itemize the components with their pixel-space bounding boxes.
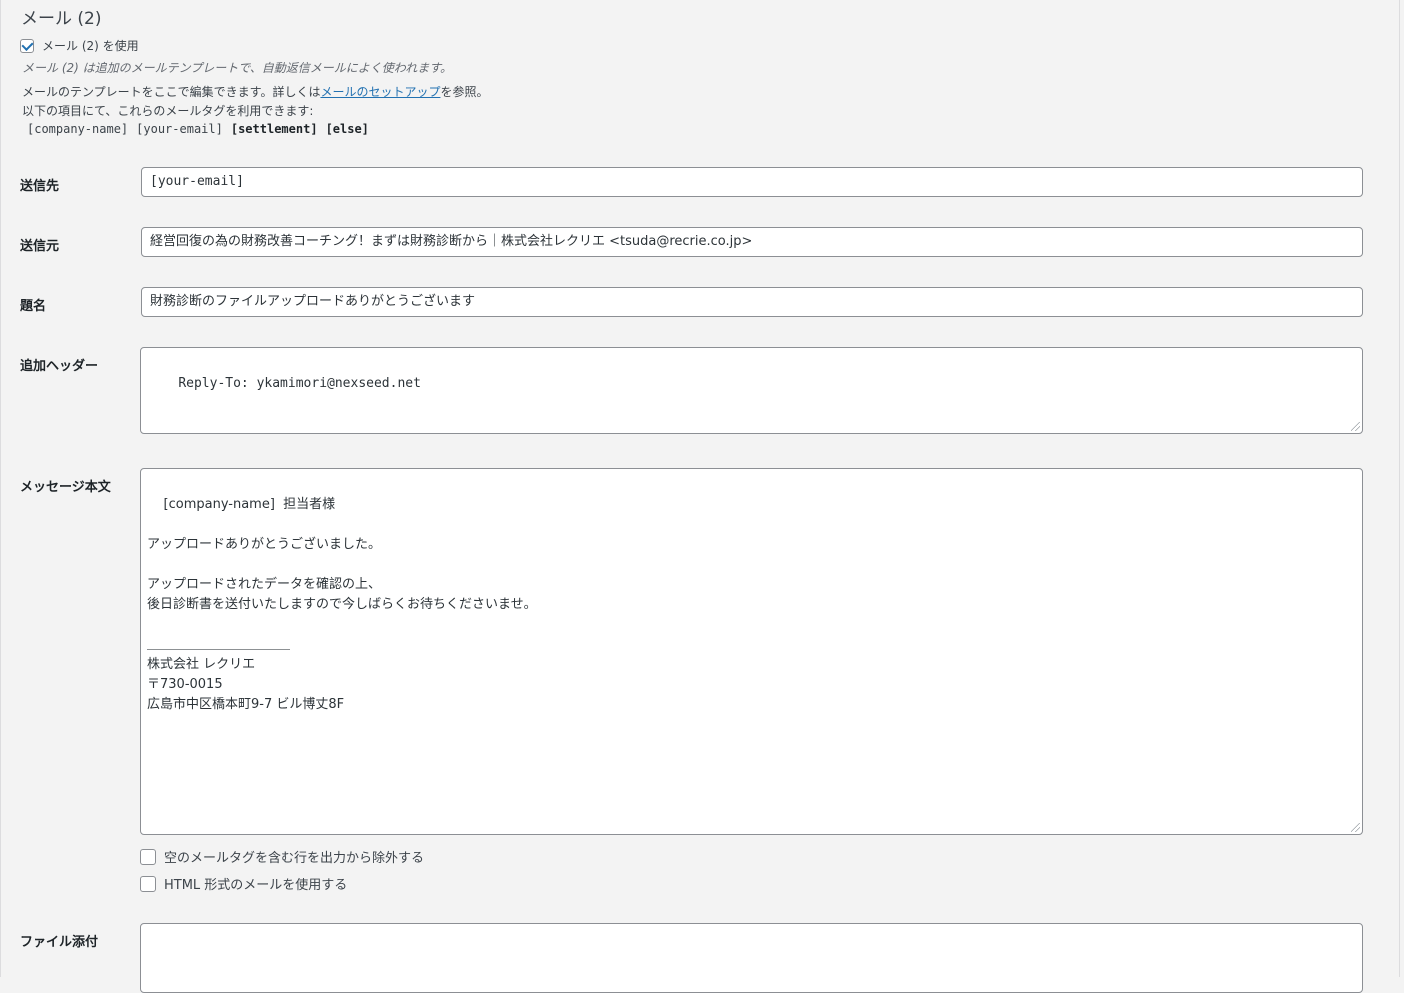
use-html-option[interactable]: HTML 形式のメールを使用する (140, 874, 347, 893)
use-mail-2-checkbox[interactable] (20, 38, 34, 53)
help-suffix: を参照。 (440, 85, 489, 99)
to-input[interactable]: [your-email] (141, 167, 1363, 197)
from-input[interactable]: 経営回復の為の財務改善コーチング！まずは財務診断から｜株式会社レクリエ <tsu… (141, 227, 1363, 257)
mail-tags: [company-name] [your-email] [settlement] [e… (27, 122, 377, 136)
resize-handle-icon[interactable] (1351, 823, 1360, 832)
section-title: メール (2) (21, 9, 102, 29)
from-label: 送信元 (20, 239, 60, 254)
mail-tag: [else] (325, 122, 369, 136)
subject-label: 題名 (20, 299, 47, 314)
additional-headers-value: Reply-To: ykamimori@nexseed.net (178, 376, 421, 391)
to-label: 送信先 (20, 179, 60, 194)
additional-headers-label: 追加ヘッダー (20, 359, 99, 374)
mail-tag: [company-name] (27, 122, 129, 136)
use-html-checkbox[interactable] (140, 875, 156, 892)
file-attachments-label: ファイル添付 (20, 935, 99, 950)
subject-input[interactable]: 財務診断のファイルアップロードありがとうございます (141, 287, 1363, 317)
message-body-textarea[interactable]: [company-name] 担当者様 アップロードありがとうございました。 ア… (140, 468, 1363, 835)
mail-tag: [your-email] (136, 122, 223, 136)
additional-headers-textarea[interactable]: Reply-To: ykamimori@nexseed.net (140, 347, 1363, 434)
tags-intro: 以下の項目にて、これらのメールタグを利用できます: (22, 104, 314, 118)
section-description: メール (2) は追加のメールテンプレートで、自動返信メールによく使われます。 (22, 61, 452, 75)
mail-tag: [settlement] (230, 122, 318, 136)
mail-setup-link[interactable]: メールのセットアップ (320, 85, 440, 99)
message-body-value: [company-name] 担当者様 アップロードありがとうございました。 ア… (147, 497, 537, 712)
mail-2-panel: メール (2) メール (2) を使用 メール (2) は追加のメールテンプレー… (0, 0, 1400, 993)
exclude-blank-option[interactable]: 空のメールタグを含む行を出力から除外する (140, 847, 424, 866)
exclude-blank-checkbox[interactable] (140, 848, 156, 865)
use-mail-2-row[interactable]: メール (2) を使用 (20, 37, 139, 54)
file-attachments-textarea[interactable] (140, 923, 1363, 993)
use-html-label: HTML 形式のメールを使用する (164, 878, 348, 893)
use-mail-2-label: メール (2) を使用 (42, 39, 139, 53)
exclude-blank-label: 空のメールタグを含む行を出力から除外する (164, 851, 425, 866)
help-text: メールのテンプレートをここで編集できます。詳しくはメールのセットアップを参照。 (22, 83, 488, 100)
message-body-label: メッセージ本文 (20, 480, 111, 495)
help-prefix: メールのテンプレートをここで編集できます。詳しくは (22, 85, 321, 99)
resize-handle-icon[interactable] (1351, 422, 1360, 431)
